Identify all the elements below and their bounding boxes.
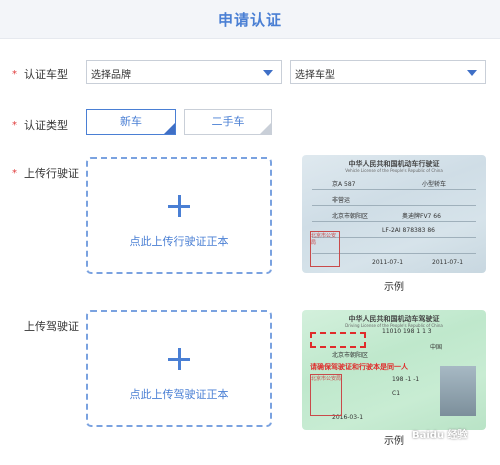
cert-type-used-car-label: 二手车: [211, 115, 245, 128]
chevron-down-icon: [263, 70, 273, 76]
vehicle-license-example-image: 中华人民共和国机动车行驶证 Vehicle License of the Peo…: [302, 155, 486, 273]
brand-select-value: 选择品牌: [91, 70, 131, 81]
required-mark: *: [12, 120, 17, 131]
plus-icon: [168, 348, 190, 370]
card-field: 2011-07-1: [432, 259, 464, 266]
cert-type-new-car[interactable]: 新车: [86, 109, 176, 135]
model-select-value: 选择车型: [295, 70, 335, 81]
cert-type-used-car[interactable]: 二手车: [184, 109, 272, 135]
vehicle-model-label: 认证车型: [24, 68, 68, 81]
required-mark: *: [12, 69, 17, 80]
model-select[interactable]: 选择车型: [290, 60, 486, 84]
driver-photo: [440, 366, 476, 416]
cert-type-new-car-label: 新车: [120, 115, 142, 128]
card-field: 奥迪牌FV7 66: [402, 213, 441, 220]
page-header: 申请认证: [0, 0, 500, 39]
card-field: 小型轿车: [422, 181, 447, 188]
card-line: [312, 205, 476, 206]
vehicle-license-upload[interactable]: 点此上传行驶证正本: [86, 157, 272, 274]
vehicle-card-subtitle: Vehicle License of the People's Republic…: [345, 168, 443, 173]
plus-icon: [168, 195, 190, 217]
cert-type-label: 认证类型: [24, 119, 68, 132]
driver-license-upload[interactable]: 点此上传驾驶证正本: [86, 310, 272, 427]
required-mark: *: [12, 168, 17, 179]
card-field: 京A 587: [332, 181, 356, 188]
vehicle-license-upload-text: 点此上传行驶证正本: [129, 235, 229, 248]
driver-license-example-caption: 示例: [384, 436, 404, 447]
card-line: [312, 189, 476, 190]
card-field: 北京市朝阳区: [332, 213, 369, 220]
vehicle-license-label: 上传行驶证: [24, 167, 79, 180]
police-stamp: 北京市公安局: [310, 374, 342, 416]
driver-license-example-image: 中华人民共和国机动车驾驶证 Driving License of the Peo…: [302, 310, 486, 430]
baidu-watermark: Baidu 经验: [412, 430, 468, 441]
card-field: 2011-07-1: [372, 259, 404, 266]
police-stamp: 北京市公安局: [310, 231, 340, 267]
driver-license-upload-text: 点此上传驾驶证正本: [129, 388, 229, 401]
driver-license-label: 上传驾驶证: [24, 320, 79, 333]
card-field: 中国: [430, 344, 443, 351]
card-field: 198 -1 -1: [392, 376, 420, 383]
page-title: 申请认证: [217, 11, 282, 29]
brand-select[interactable]: 选择品牌: [86, 60, 282, 84]
chevron-down-icon: [467, 70, 477, 76]
card-field: 北京市朝阳区: [332, 352, 369, 359]
highlight-box: [310, 332, 366, 348]
card-field: 非营运: [332, 197, 351, 204]
vehicle-license-example-caption: 示例: [384, 282, 404, 293]
same-person-warning: 请确保驾驶证和行驶本是同一人: [310, 363, 408, 371]
card-field: 11010 198 1 1 3: [382, 328, 432, 335]
card-line: [312, 221, 476, 222]
corner-icon: [260, 123, 271, 134]
selected-corner-icon: [164, 123, 175, 134]
card-field: LF-2AI 878383 86: [382, 227, 436, 234]
card-field: C1: [392, 390, 401, 397]
